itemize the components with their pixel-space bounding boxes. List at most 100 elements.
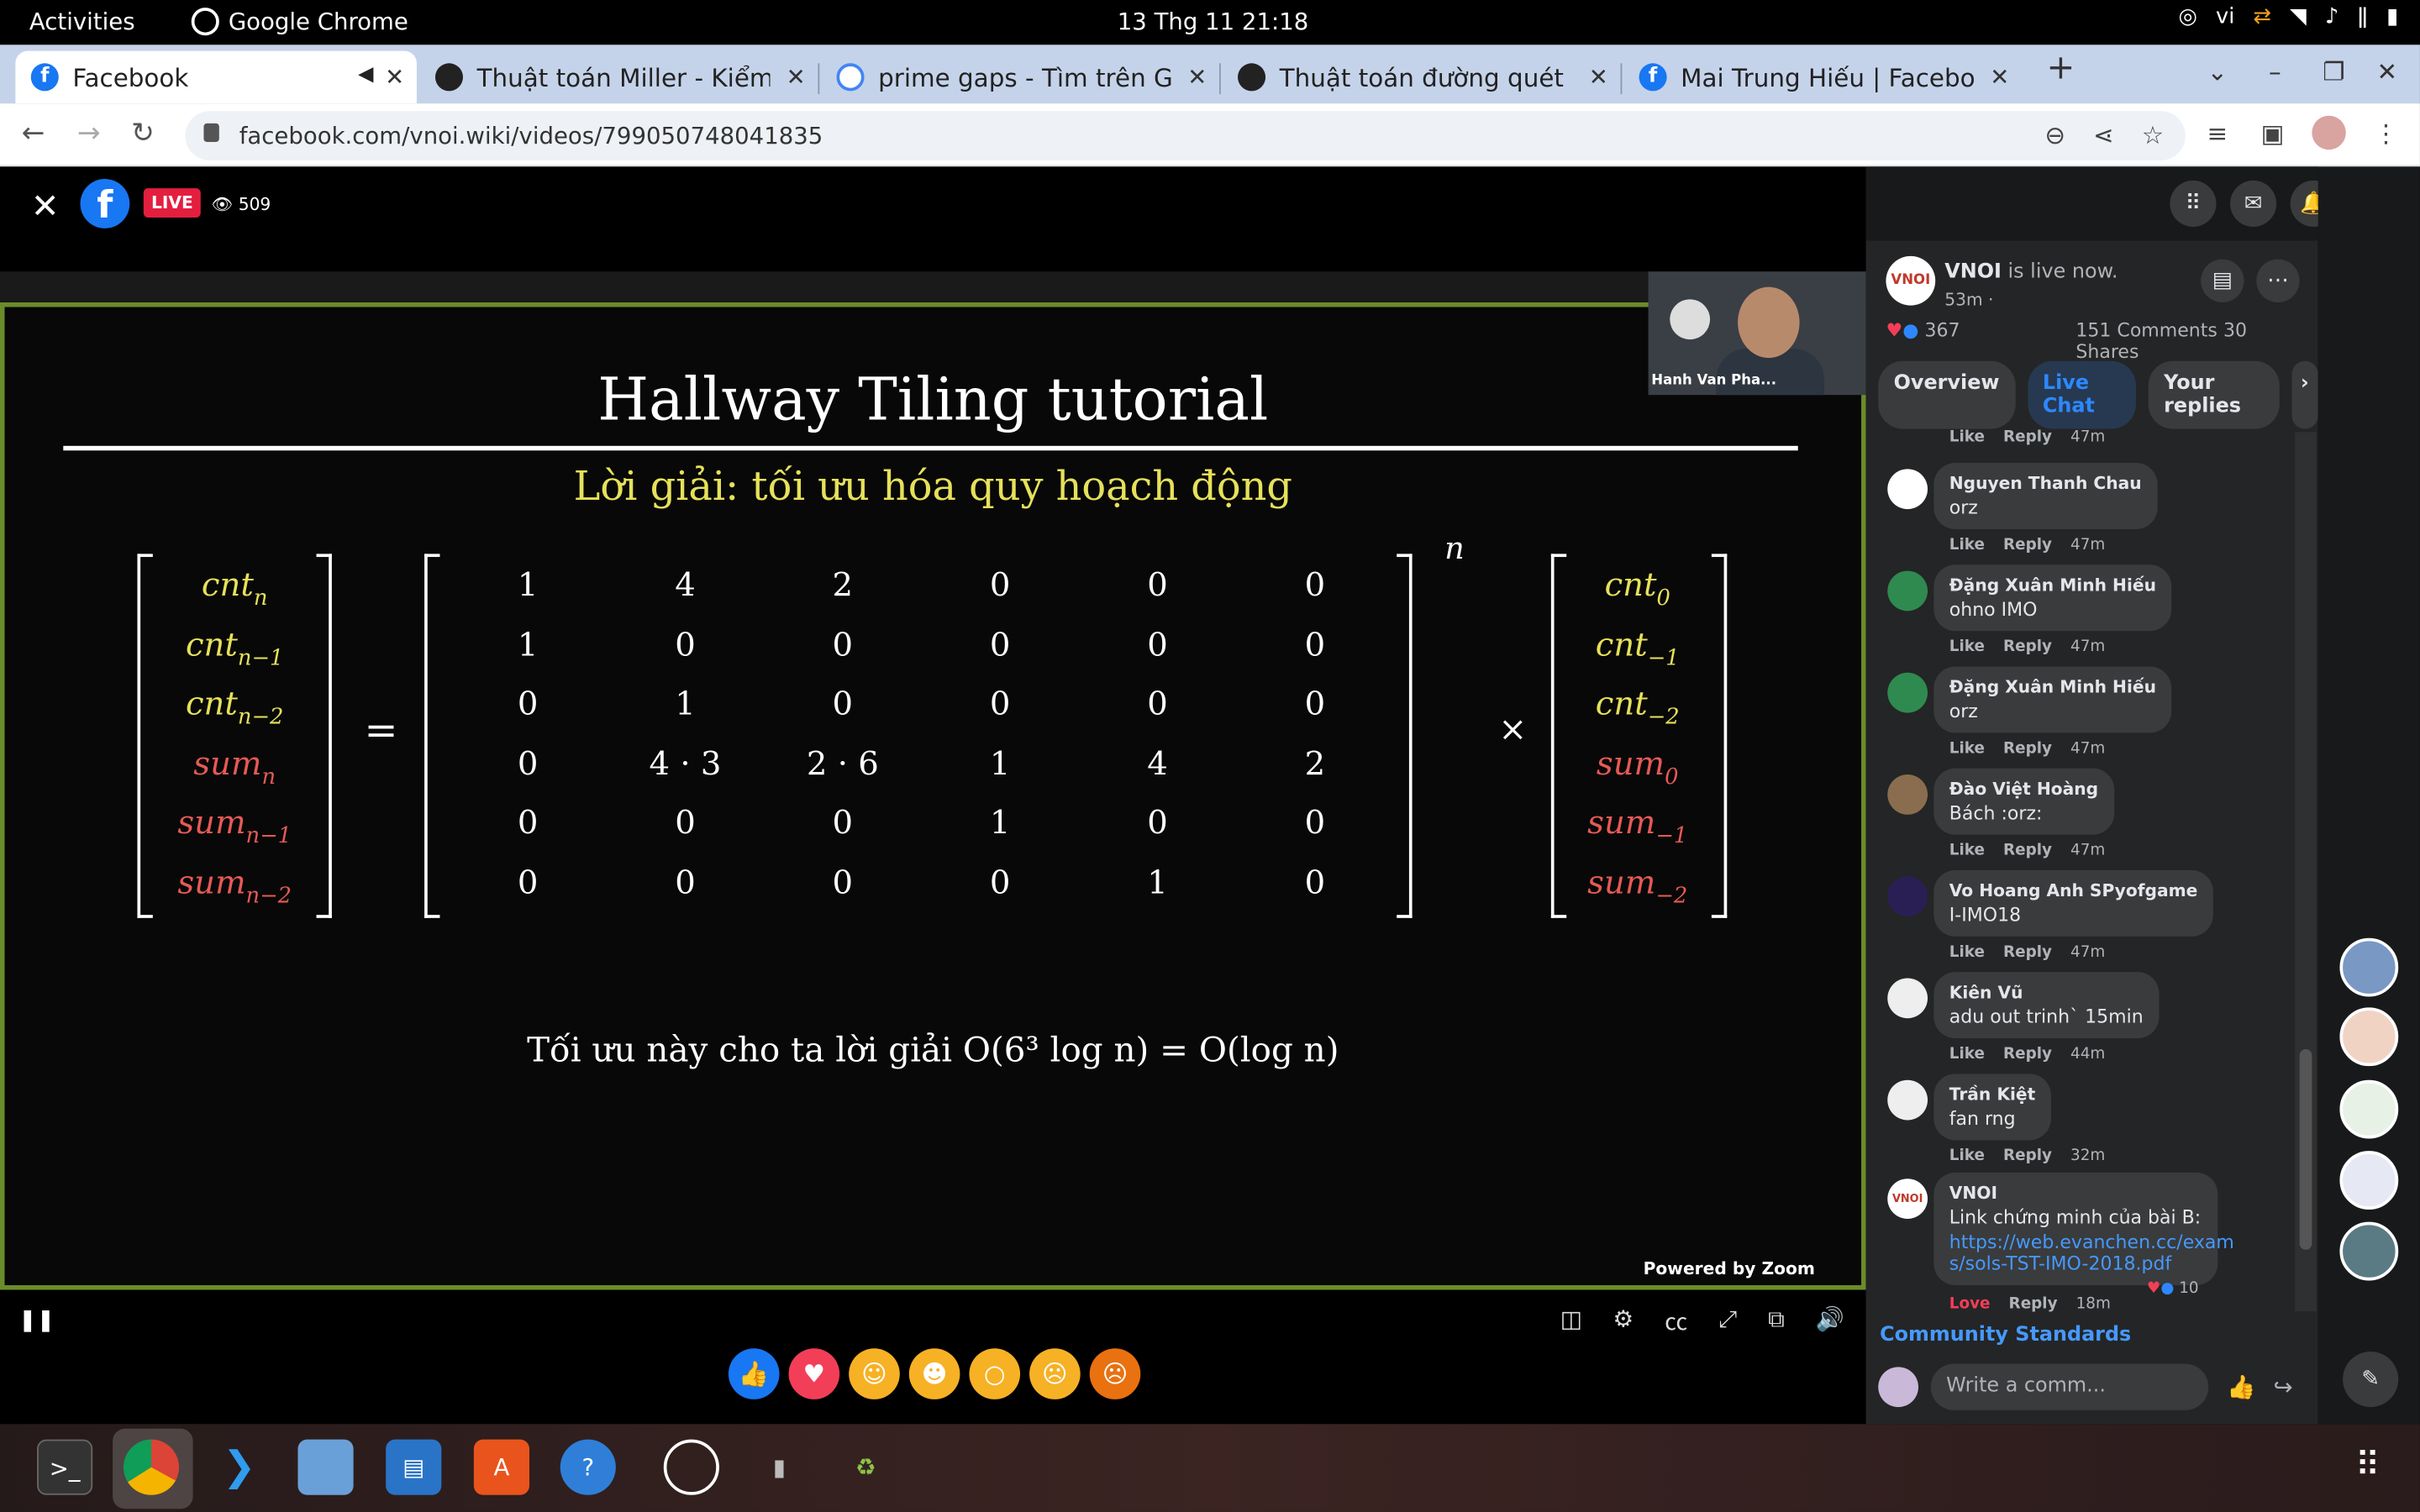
minimize-button[interactable]: –: [2269, 57, 2281, 87]
speaker-icon[interactable]: ◀: [358, 63, 373, 87]
maximize-button[interactable]: ❐: [2323, 57, 2344, 87]
avatar[interactable]: [2339, 1221, 2399, 1281]
vnoi-logo[interactable]: VNOI: [1886, 255, 1936, 306]
app-menu[interactable]: Google Chrome: [191, 8, 408, 36]
like-link[interactable]: Like: [1949, 1046, 1985, 1063]
profile-avatar[interactable]: [2312, 115, 2346, 156]
share-arrow-icon[interactable]: ↪: [2273, 1373, 2292, 1401]
chat-list[interactable]: Like Reply 47m Nguyen Thanh Chau orz Like Rep…: [1866, 429, 2306, 1321]
files-icon[interactable]: [297, 1439, 354, 1495]
avatar[interactable]: [1887, 774, 1928, 815]
language-indicator[interactable]: vi: [2216, 5, 2234, 29]
reload-button[interactable]: ↻: [131, 118, 155, 150]
new-message-icon[interactable]: ✎: [2343, 1351, 2399, 1408]
commenter-name[interactable]: Đào Việt Hoàng: [1949, 780, 2098, 800]
sad-reaction-icon[interactable]: ☹: [1029, 1348, 1081, 1399]
commenter-name[interactable]: Đặng Xuân Minh Hiếu: [1949, 677, 2156, 697]
community-standards-link[interactable]: Community Standards: [1880, 1324, 2131, 1347]
reply-link[interactable]: Reply: [2003, 843, 2052, 859]
volume-icon[interactable]: 🔊: [1816, 1305, 1844, 1338]
tab-your-replies[interactable]: Your replies: [2148, 360, 2280, 429]
avatar[interactable]: [1887, 1079, 1928, 1121]
commenter-name[interactable]: VNOI: [1949, 1184, 2202, 1204]
like-link[interactable]: Like: [1949, 1148, 1985, 1165]
tab-miller[interactable]: Thuật toán Miller - Kiểm ✕: [420, 51, 818, 103]
comment-reactions[interactable]: ♥● 10: [2147, 1280, 2199, 1297]
fullscreen-icon[interactable]: ⤢: [1718, 1305, 1737, 1338]
care-reaction-icon[interactable]: ☺: [849, 1348, 900, 1399]
terminal-icon[interactable]: >_: [37, 1439, 93, 1495]
wow-reaction-icon[interactable]: ○: [969, 1348, 1021, 1399]
tab-facebook[interactable]: f Facebook ◀ ✕: [15, 50, 417, 104]
love-reaction-icon[interactable]: ♥: [788, 1348, 840, 1399]
avatar[interactable]: VNOI: [1887, 1179, 1928, 1219]
avatar[interactable]: [2339, 1007, 2399, 1067]
avatar[interactable]: [2339, 1151, 2399, 1210]
back-button[interactable]: ←: [22, 118, 45, 150]
like-link[interactable]: Like: [1949, 429, 1985, 446]
obs-icon[interactable]: [663, 1439, 719, 1495]
writer-icon[interactable]: ▤: [386, 1439, 442, 1495]
reply-link[interactable]: Reply: [2003, 944, 2052, 961]
comment-link[interactable]: https://web.evanchen.cc/exam s/sols-TST-I…: [1949, 1231, 2234, 1274]
more-options-icon[interactable]: ⋯: [2256, 259, 2300, 302]
chrome-menu-icon[interactable]: ⋮: [2374, 118, 2398, 148]
commenter-name[interactable]: Nguyen Thanh Chau: [1949, 474, 2142, 494]
trash-icon[interactable]: ♻: [838, 1440, 893, 1495]
reply-link[interactable]: Reply: [2003, 537, 2052, 554]
usb-drive-icon[interactable]: ▮: [751, 1440, 807, 1495]
chevron-right-icon[interactable]: ›: [2291, 360, 2318, 429]
avatar[interactable]: [1887, 570, 1928, 612]
thumbs-up-icon[interactable]: 👍: [2227, 1373, 2255, 1401]
avatar[interactable]: [1887, 672, 1928, 713]
haha-reaction-icon[interactable]: ☻: [908, 1348, 960, 1399]
software-center-icon[interactable]: A: [473, 1439, 529, 1495]
close-tab-icon[interactable]: ✕: [786, 63, 806, 91]
show-apps-icon[interactable]: ⠿: [2339, 1440, 2395, 1495]
scrollbar-thumb[interactable]: [2299, 1048, 2312, 1250]
avatar[interactable]: [2339, 1079, 2399, 1139]
bookmark-star-icon[interactable]: ☆: [2142, 120, 2164, 150]
reply-link[interactable]: Reply: [2003, 1046, 2052, 1063]
video-player[interactable]: ✕ f LIVE 👁 509 Hallway Tiling tutorial L…: [0, 166, 1866, 1425]
close-tab-icon[interactable]: ✕: [385, 63, 404, 91]
close-window-button[interactable]: ✕: [2377, 57, 2398, 87]
pause-button[interactable]: ❚❚: [18, 1309, 55, 1333]
like-reaction-icon[interactable]: 👍: [728, 1348, 780, 1399]
commenter-name[interactable]: Đặng Xuân Minh Hiếu: [1949, 575, 2156, 596]
reply-link[interactable]: Reply: [2003, 1148, 2052, 1165]
pip-icon[interactable]: ⧉: [1768, 1305, 1785, 1338]
comment-count[interactable]: 151 Comments: [2075, 319, 2217, 341]
settings-gear-icon[interactable]: ⚙: [1613, 1305, 1634, 1338]
zoom-icon[interactable]: ⊖: [2044, 120, 2065, 150]
vscode-icon[interactable]: ❯: [212, 1440, 267, 1495]
tab-search-icon[interactable]: ⌄: [2207, 57, 2228, 87]
like-link[interactable]: Like: [1949, 944, 1985, 961]
like-link[interactable]: Like: [1949, 843, 1985, 859]
chat-scrollbar[interactable]: [2295, 432, 2317, 1312]
like-link[interactable]: Like: [1949, 741, 1985, 758]
tab-live-chat[interactable]: Live Chat: [2027, 360, 2137, 429]
side-panel-icon[interactable]: ▣: [2261, 118, 2285, 148]
facebook-logo[interactable]: f: [80, 179, 130, 228]
help-icon[interactable]: ?: [560, 1439, 616, 1495]
commenter-name[interactable]: Vo Hoang Anh SPyofgame: [1949, 881, 2198, 901]
activities-button[interactable]: Activities: [29, 8, 135, 35]
reply-link[interactable]: Reply: [2003, 638, 2052, 655]
comment-input[interactable]: Write a comm...: [1930, 1363, 2209, 1410]
forward-button[interactable]: →: [77, 118, 101, 150]
close-icon[interactable]: ✕: [31, 188, 60, 227]
tab-mai-trung-hieu[interactable]: f Mai Trung Hiếu | Faceboo ✕: [1623, 51, 2022, 103]
reply-link[interactable]: Reply: [2009, 1296, 2058, 1313]
menu-grid-icon[interactable]: ⠿: [2170, 180, 2217, 227]
page-name[interactable]: VNOI: [1944, 260, 2002, 284]
avatar[interactable]: [1887, 978, 1928, 1019]
angry-reaction-icon[interactable]: ☹: [1089, 1348, 1141, 1399]
reaction-summary[interactable]: ♥● 367: [1886, 319, 1960, 341]
avatar[interactable]: [1887, 876, 1928, 916]
close-tab-icon[interactable]: ✕: [1589, 63, 1608, 91]
chat-bubble-icon[interactable]: ◫: [1560, 1305, 1582, 1338]
reply-link[interactable]: Reply: [2003, 429, 2052, 446]
zoom-webcam-thumbnail[interactable]: Hanh Van Pha...: [1648, 271, 1866, 396]
chrome-icon[interactable]: [123, 1439, 180, 1495]
